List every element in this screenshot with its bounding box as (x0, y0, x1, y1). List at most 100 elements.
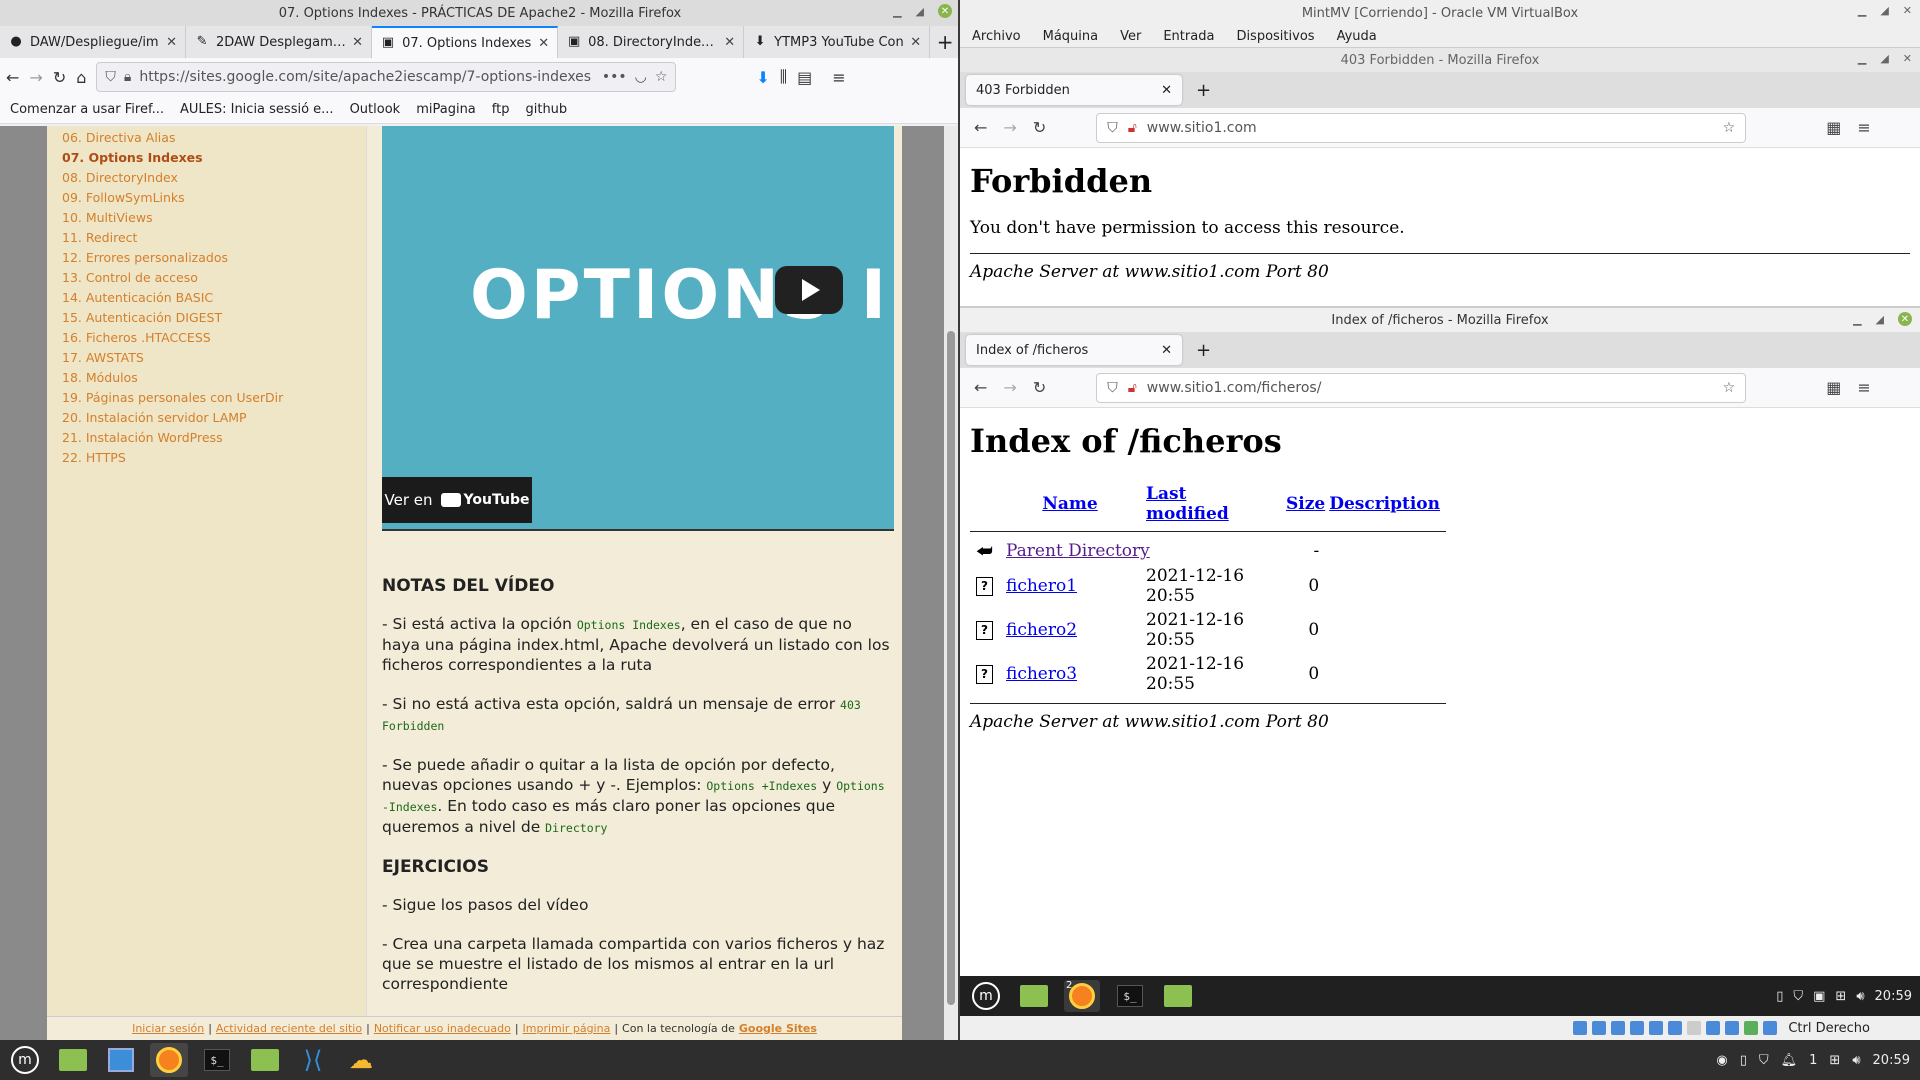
maximize-icon[interactable]: ◢ (1876, 313, 1884, 326)
tab-directoryindex[interactable]: ▣ 08. DirectoryIndex - l ✕ (558, 26, 745, 58)
bookmark-star-icon[interactable]: ☆ (655, 69, 668, 85)
insecure-lock-icon[interactable]: 🔓︎ (1128, 380, 1137, 396)
nav-item[interactable]: 16. Ficheros .HTACCESS (47, 328, 366, 348)
minimize-icon[interactable]: ▁ (1858, 52, 1866, 65)
maximize-icon[interactable]: ◢ (1880, 52, 1888, 65)
nav-item[interactable]: 06. Directiva Alias (47, 128, 366, 148)
nav-item[interactable]: 12. Errores personalizados (47, 248, 366, 268)
close-icon[interactable]: ✕ (1903, 4, 1912, 17)
back-icon[interactable]: ← (6, 68, 19, 87)
menu-entrada[interactable]: Entrada (1163, 29, 1214, 44)
network-icon[interactable]: ⊞ (1829, 1053, 1840, 1068)
nav-item[interactable]: 10. MultiViews (47, 208, 366, 228)
home-icon[interactable]: ⌂ (76, 68, 86, 87)
menu-icon[interactable]: ≡ (1857, 118, 1870, 137)
bookmark-aules[interactable]: AULES: Inicia sessió e... (180, 102, 334, 117)
bookmark-outlook[interactable]: Outlook (350, 102, 401, 117)
shared-folder-icon[interactable] (1668, 1021, 1683, 1035)
forward-icon[interactable]: → (1003, 378, 1016, 397)
shield-icon[interactable]: ⛉ (1107, 120, 1118, 136)
menu-ayuda[interactable]: Ayuda (1337, 29, 1377, 44)
login-link[interactable]: Iniciar sesión (132, 1022, 204, 1035)
close-tab-icon[interactable]: ✕ (538, 36, 549, 51)
vscode-launcher[interactable]: ⟩⟨ (294, 1043, 332, 1077)
optical-icon[interactable] (1592, 1021, 1607, 1035)
volume-icon[interactable]: 🔊︎ (1856, 989, 1864, 1004)
sort-name-link[interactable]: Name (1042, 494, 1097, 514)
scroll-thumb[interactable] (947, 331, 955, 1005)
bookmark-github[interactable]: github (525, 102, 567, 117)
guest-clock[interactable]: 20:59 (1875, 989, 1912, 1004)
menu-icon[interactable]: ≡ (832, 68, 845, 87)
nav-item[interactable]: 19. Páginas personales con UserDir (47, 388, 366, 408)
window-titlebar[interactable]: 07. Options Indexes - PRÁCTICAS DE Apach… (0, 0, 960, 26)
guest-tab[interactable]: Index of /ficheros ✕ (966, 335, 1182, 365)
shield-icon[interactable]: ⛉ (105, 69, 116, 85)
guest-url-bar[interactable]: ⛉ 🔓︎ www.sitio1.com ☆ (1096, 112, 1747, 143)
keyboard-icon[interactable] (1763, 1021, 1778, 1035)
mouse-integration-icon[interactable] (1744, 1021, 1759, 1035)
back-icon[interactable]: ← (974, 378, 987, 397)
nav-item[interactable]: 08. DirectoryIndex (47, 168, 366, 188)
menu-dispositivos[interactable]: Dispositivos (1236, 29, 1314, 44)
network-adapter-icon[interactable] (1630, 1021, 1645, 1035)
nav-item[interactable]: 18. Módulos (47, 368, 366, 388)
files-window-button[interactable] (1160, 980, 1196, 1012)
sort-modified-link[interactable]: Last modified (1146, 484, 1229, 524)
maximize-icon[interactable]: ◢ (916, 5, 924, 18)
menu-ver[interactable]: Ver (1120, 29, 1141, 44)
file-link[interactable]: fichero3 (1006, 664, 1077, 684)
extension-icon[interactable]: ▦ (1826, 118, 1841, 137)
report-abuse-link[interactable]: Notificar uso inadecuado (374, 1022, 511, 1035)
tab-ytmp3[interactable]: ⬇ YTMP3 YouTube Con ✕ (744, 26, 931, 58)
close-tab-icon[interactable]: ✕ (352, 35, 363, 50)
new-tab-button[interactable]: + (930, 26, 960, 58)
nav-item[interactable]: 13. Control de acceso (47, 268, 366, 288)
notification-icon[interactable]: 🔔︎ (1781, 1053, 1798, 1068)
close-tab-icon[interactable]: ✕ (910, 35, 921, 50)
sort-description-link[interactable]: Description (1329, 494, 1440, 514)
nav-item[interactable]: 15. Autenticación DIGEST (47, 308, 366, 328)
firefox-launcher[interactable]: 2 (1064, 980, 1100, 1012)
mint-menu-button[interactable]: m (968, 980, 1004, 1012)
guest-url-text[interactable]: www.sitio1.com/ficheros/ (1147, 380, 1713, 396)
reload-icon[interactable]: ↻ (53, 68, 66, 87)
tab-options-indexes[interactable]: ▣ 07. Options Indexes ✕ (372, 26, 559, 58)
vbox-titlebar[interactable]: MintMV [Corriendo] - Oracle VM VirtualBo… (960, 0, 1920, 26)
minimize-icon[interactable]: ▁ (893, 5, 901, 18)
parent-directory-link[interactable]: Parent Directory (1006, 541, 1150, 561)
bookmark-mipagina[interactable]: miPagina (416, 102, 476, 117)
more-icon[interactable]: ••• (602, 69, 627, 85)
library-icon[interactable]: ⫼ (780, 67, 787, 87)
new-tab-button[interactable]: + (1196, 80, 1211, 101)
bookmark-star-icon[interactable]: ☆ (1723, 120, 1736, 136)
virtualbox-launcher[interactable] (102, 1043, 140, 1077)
nav-item[interactable]: 20. Instalación servidor LAMP (47, 408, 366, 428)
sort-size-link[interactable]: Size (1286, 494, 1325, 514)
bookmark-star-icon[interactable]: ☆ (1723, 380, 1736, 396)
shield-tray-icon[interactable]: ⛉ (1759, 1053, 1769, 1068)
audio-icon[interactable] (1611, 1021, 1626, 1035)
clipboard-icon[interactable]: ▯ (1740, 1053, 1747, 1068)
close-icon[interactable]: ✕ (938, 4, 952, 18)
forward-icon[interactable]: → (1003, 118, 1016, 137)
close-icon[interactable]: ✕ (1898, 312, 1912, 326)
tab-github[interactable]: ● DAW/Despliegue/im ✕ (0, 26, 187, 58)
menu-archivo[interactable]: Archivo (972, 29, 1021, 44)
menu-icon[interactable]: ≡ (1857, 378, 1870, 397)
vertical-scrollbar[interactable] (944, 126, 958, 1040)
terminal-launcher[interactable]: $_ (1112, 980, 1148, 1012)
reload-icon[interactable]: ↻ (1033, 378, 1046, 397)
cpu-icon[interactable] (1725, 1021, 1740, 1035)
guest-window-titlebar[interactable]: Index of /ficheros - Mozilla Firefox ▁ ◢ ✕ (960, 308, 1920, 332)
recording-icon[interactable] (1706, 1021, 1721, 1035)
sidebar-icon[interactable]: ▤ (797, 68, 812, 87)
guest-tab[interactable]: 403 Forbidden ✕ (966, 75, 1182, 105)
nav-item[interactable]: 17. AWSTATS (47, 348, 366, 368)
back-icon[interactable]: ← (974, 118, 987, 137)
network-icon[interactable]: ⊞ (1835, 989, 1846, 1004)
bookmark-ftp[interactable]: ftp (492, 102, 510, 117)
downloads-icon[interactable]: ⬇ (756, 68, 769, 87)
guest-window-titlebar[interactable]: 403 Forbidden - Mozilla Firefox ▁ ◢ ✕ (960, 48, 1920, 72)
workspace-indicator[interactable]: 1 (1809, 1053, 1817, 1068)
